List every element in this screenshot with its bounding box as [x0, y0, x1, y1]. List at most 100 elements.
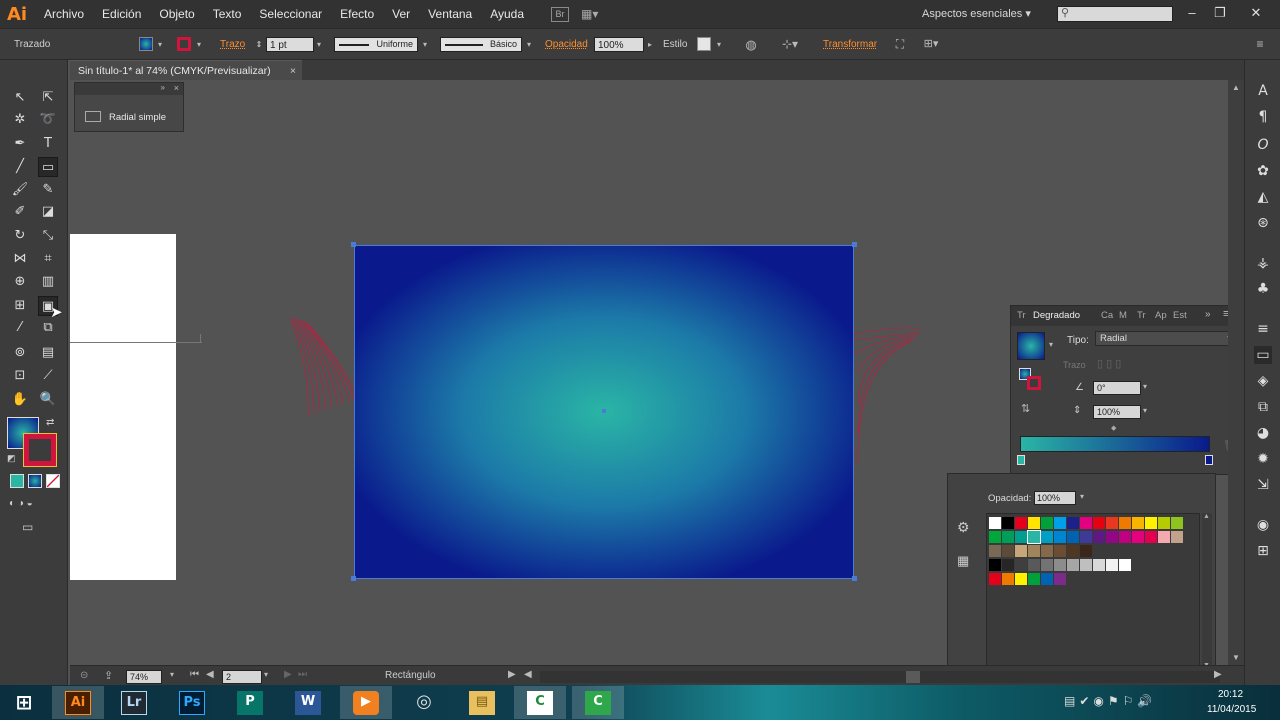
color-swatch[interactable]	[1106, 559, 1118, 571]
zoom-dropdown-icon[interactable]: ▾	[170, 670, 174, 679]
color-swatch[interactable]	[1067, 545, 1079, 557]
style-dropdown-icon[interactable]: ▾	[714, 37, 724, 52]
workspace-switcher[interactable]: Aspectos esenciales ▾	[922, 0, 1031, 28]
color-swatch[interactable]	[1054, 517, 1066, 529]
pen-tool-icon[interactable]: ✒	[10, 134, 30, 154]
color-swatch[interactable]	[989, 517, 1001, 529]
wave-shape-right[interactable]	[850, 324, 925, 474]
artboards-panel-icon[interactable]: ⧉	[1254, 398, 1272, 416]
shape-builder-tool-icon[interactable]: ⊕	[10, 272, 30, 292]
midpoint-diamond-icon[interactable]: ◆	[1111, 424, 1116, 432]
stroke-swatch[interactable]	[177, 37, 191, 51]
taskbar-camtasia-recorder[interactable]: C	[572, 686, 624, 719]
opentype-panel-icon[interactable]: O	[1254, 136, 1272, 154]
color-swatch[interactable]	[1002, 573, 1014, 585]
transparency-panel-icon[interactable]: ◉	[1254, 516, 1272, 534]
color-swatch[interactable]	[1041, 517, 1053, 529]
rotate-tool-icon[interactable]: ↻	[10, 226, 30, 246]
slice-tool-icon[interactable]: ⟋	[38, 366, 58, 386]
last-artboard-icon[interactable]: ⏭	[298, 669, 307, 680]
opacity-label[interactable]: Opacidad	[545, 39, 588, 50]
type-tool-icon[interactable]: T	[38, 134, 58, 154]
direct-selection-tool-icon[interactable]: ⇱	[38, 88, 58, 108]
gradient-mode-icon[interactable]	[28, 474, 42, 488]
status-menu-icon[interactable]: ▶	[508, 669, 516, 680]
center-point[interactable]	[602, 409, 606, 413]
layers-panel-icon[interactable]: ◈	[1254, 372, 1272, 390]
color-swatch[interactable]	[1067, 559, 1079, 571]
color-swatch[interactable]	[989, 545, 1001, 557]
paintbrush-tool-icon[interactable]: 🖌	[10, 180, 30, 200]
show-swatch-kinds-icon[interactable]: ▦	[957, 553, 969, 569]
taskbar-word[interactable]: W	[282, 686, 334, 719]
menu-ventana[interactable]: Ventana	[419, 0, 481, 28]
brushes-panel-icon[interactable]: ⚶	[1254, 254, 1272, 272]
menu-ayuda[interactable]: Ayuda	[481, 0, 533, 28]
selection-tool-icon[interactable]: ↖	[10, 88, 30, 108]
navigator-panel-icon[interactable]: ✹	[1254, 450, 1272, 468]
tab-styles[interactable]: Est	[1173, 310, 1187, 321]
stroke-panel-icon[interactable]: ≡	[1254, 320, 1272, 338]
color-swatch[interactable]	[1158, 517, 1170, 529]
color-swatch[interactable]	[989, 531, 1001, 543]
color-swatch[interactable]	[1002, 559, 1014, 571]
drawing-modes-icon[interactable]: ◐ ◑ ◒	[9, 498, 61, 512]
fill-dropdown-icon[interactable]: ▾	[155, 37, 165, 52]
color-swatch[interactable]	[1067, 531, 1079, 543]
color-swatch[interactable]	[1080, 531, 1092, 543]
color-guide-icon[interactable]: ✿	[1254, 162, 1272, 180]
taskbar-camtasia[interactable]: C	[514, 686, 566, 719]
color-swatch[interactable]	[1015, 545, 1027, 557]
minimize-icon[interactable]: –	[1180, 4, 1204, 22]
magic-wand-tool-icon[interactable]: ✲	[10, 110, 30, 130]
restore-icon[interactable]: ❐	[1208, 4, 1232, 22]
system-tray-icons[interactable]: ▤✔◉⚑⚐🔊	[1064, 694, 1156, 708]
column-graph-tool-icon[interactable]: ▤	[38, 343, 58, 363]
swap-fill-stroke-icon[interactable]: ⇄	[46, 417, 54, 428]
taskbar-lightroom[interactable]: Lr	[108, 686, 160, 719]
gradient-stroke-icon[interactable]	[1027, 376, 1041, 390]
color-swatch[interactable]	[1028, 573, 1040, 585]
handle-tr[interactable]	[852, 242, 857, 247]
tab-gradient[interactable]: Degradado	[1033, 310, 1080, 321]
symbol-sprayer-tool-icon[interactable]: ⊚	[10, 343, 30, 363]
opacity-field[interactable]: 100%	[594, 37, 644, 52]
taskbar-media-player[interactable]: ▶	[340, 686, 392, 719]
vertical-scrollbar[interactable]: ▲ ▼	[1228, 80, 1244, 665]
character-panel-icon[interactable]: A	[1254, 82, 1272, 100]
isolate-icon[interactable]: ⛶	[892, 37, 908, 52]
stroke-dropdown-icon[interactable]: ▾	[194, 37, 204, 52]
close-tab-icon[interactable]: ×	[290, 61, 296, 81]
gradient-stop-end[interactable]	[1205, 455, 1213, 465]
color-swatch[interactable]	[1002, 517, 1014, 529]
color-swatch[interactable]	[1041, 531, 1053, 543]
color-swatch[interactable]	[1002, 531, 1014, 543]
angle-field[interactable]: 0°	[1093, 381, 1141, 395]
horizontal-scrollbar[interactable]	[540, 671, 1220, 683]
brush-definition[interactable]: Básico	[440, 37, 522, 52]
menu-efecto[interactable]: Efecto	[331, 0, 383, 28]
width-tool-icon[interactable]: ⋈	[10, 249, 30, 269]
next-artboard-icon[interactable]: ▶	[284, 669, 292, 680]
color-swatch[interactable]	[1119, 531, 1131, 543]
color-mode-icon[interactable]	[10, 474, 24, 488]
handle-br[interactable]	[852, 576, 857, 581]
free-transform-tool-icon[interactable]: ⌗	[38, 249, 58, 269]
color-swatch[interactable]	[989, 573, 1001, 585]
color-swatch[interactable]	[1171, 531, 1183, 543]
color-swatch[interactable]	[1054, 531, 1066, 543]
menu-edicion[interactable]: Edición	[93, 0, 150, 28]
align-panel-icon[interactable]: ⊞	[1254, 542, 1272, 560]
stroke-color-swatch[interactable]	[23, 433, 57, 467]
handle-tl[interactable]	[351, 242, 356, 247]
arrange-documents-icon[interactable]: ▦▾	[581, 7, 609, 22]
color-swatch[interactable]	[1080, 517, 1092, 529]
stroke-weight-dropdown-icon[interactable]: ▾	[314, 37, 324, 52]
taskbar-photoshop[interactable]: Ps	[166, 686, 218, 719]
appearance-panel-icon[interactable]: ◕	[1254, 424, 1272, 442]
handle-bl[interactable]	[351, 576, 356, 581]
stroke-weight-stepper-icon[interactable]: ⇕	[254, 37, 264, 52]
line-tool-icon[interactable]: ╱	[10, 157, 30, 177]
eyedropper-tool-icon[interactable]: ⁄	[10, 318, 30, 338]
scale-tool-icon[interactable]: ⤡	[38, 226, 58, 246]
